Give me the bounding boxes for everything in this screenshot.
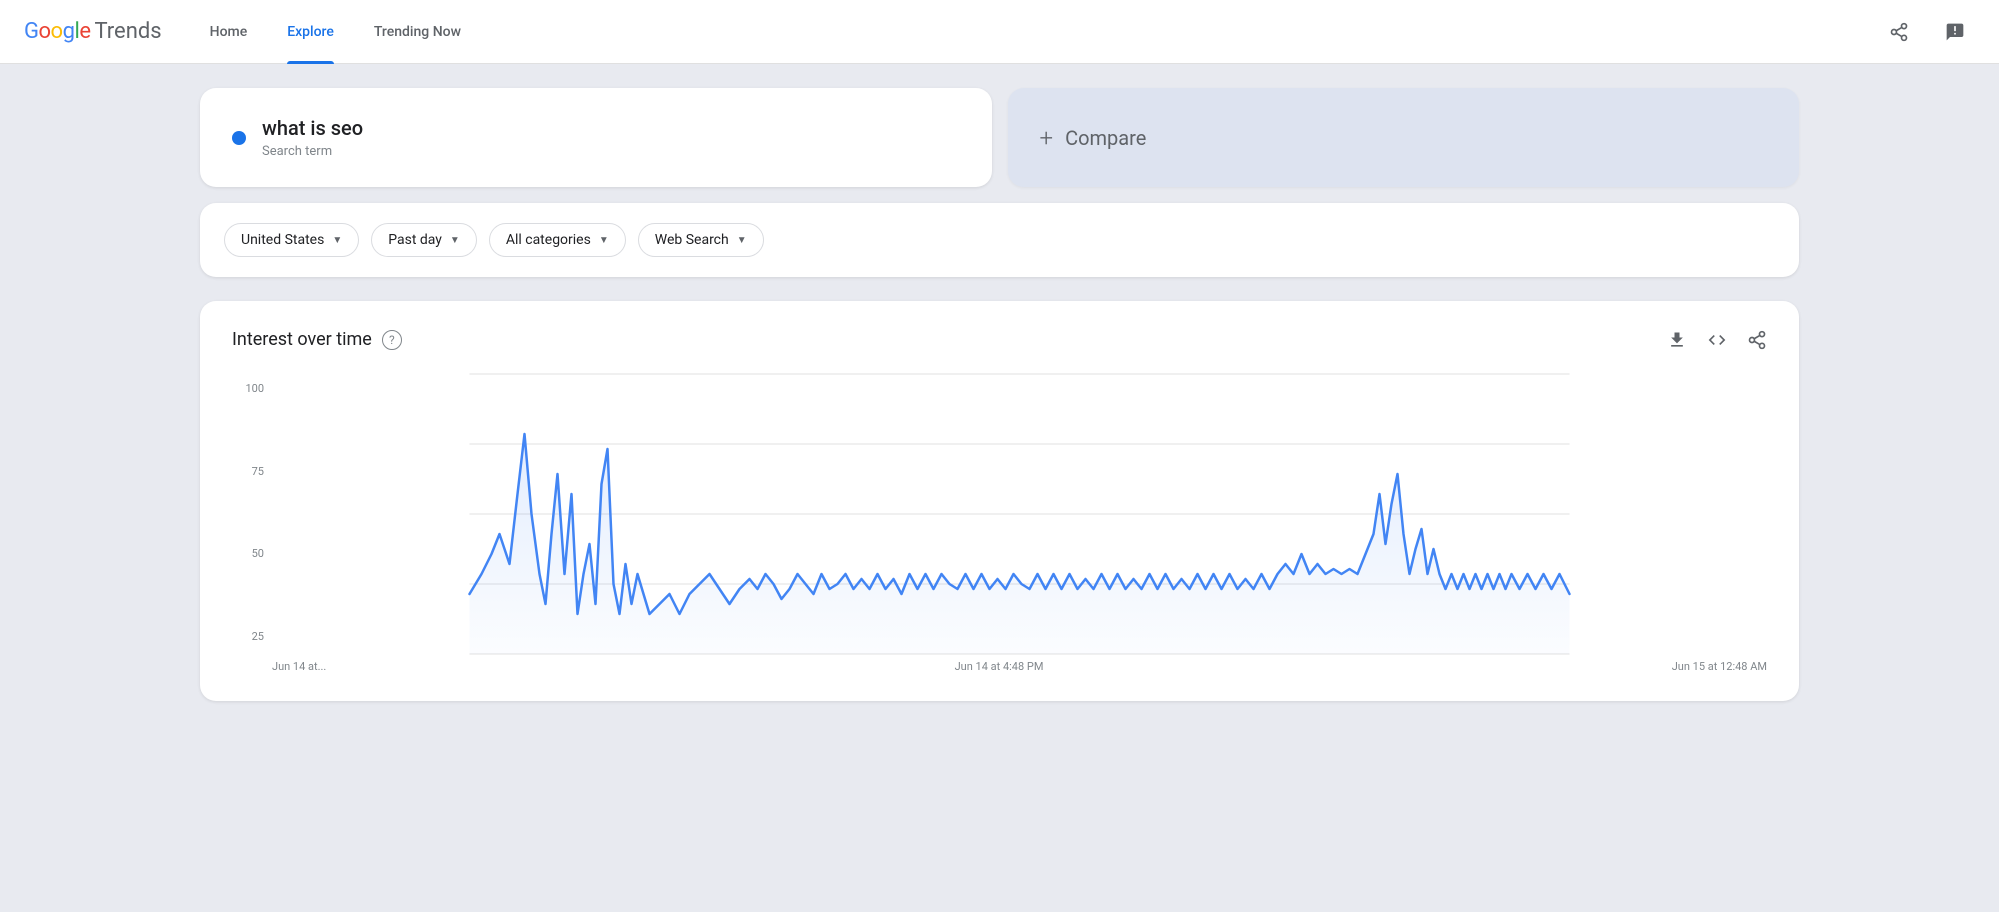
- share-icon: [1889, 22, 1909, 42]
- download-button[interactable]: [1667, 330, 1687, 350]
- search-row: what is seo Search term + Compare: [200, 88, 1799, 187]
- search-info: what is seo Search term: [262, 116, 363, 159]
- main-content: what is seo Search term + Compare United…: [0, 64, 1999, 912]
- feedback-button[interactable]: [1935, 12, 1975, 52]
- x-label-end: Jun 15 at 12:48 AM: [1672, 660, 1767, 673]
- compare-card[interactable]: + Compare: [1008, 88, 1800, 187]
- share-button[interactable]: [1879, 12, 1919, 52]
- trend-line-chart: [272, 374, 1767, 654]
- chart-share-button[interactable]: [1747, 330, 1767, 350]
- x-label-start: Jun 14 at...: [272, 660, 326, 673]
- chart-title-row: Interest over time ?: [232, 329, 402, 350]
- chart-header: Interest over time ?: [232, 329, 1767, 350]
- search-type-filter-label: Web Search: [655, 232, 729, 248]
- nav-item-trending-now[interactable]: Trending Now: [358, 0, 477, 64]
- category-filter[interactable]: All categories ▼: [489, 223, 626, 257]
- search-term-text: what is seo: [262, 116, 363, 140]
- chart-title: Interest over time: [232, 329, 372, 350]
- x-label-mid: Jun 14 at 4:48 PM: [955, 660, 1044, 673]
- compare-plus-icon: +: [1040, 124, 1054, 152]
- y-label-75: 75: [232, 465, 272, 478]
- header: Google Trends Home Explore Trending Now: [0, 0, 1999, 64]
- time-filter-label: Past day: [388, 232, 442, 248]
- download-icon: [1667, 330, 1687, 350]
- y-label-100: 100: [232, 382, 272, 395]
- search-dot: [232, 131, 246, 145]
- search-term-card: what is seo Search term: [200, 88, 992, 187]
- interest-over-time-card: Interest over time ?: [200, 301, 1799, 701]
- logo-area: Google Trends: [24, 19, 162, 44]
- category-chevron-icon: ▼: [599, 235, 609, 246]
- search-type-filter[interactable]: Web Search ▼: [638, 223, 764, 257]
- y-label-25: 25: [232, 630, 272, 643]
- embed-icon: [1707, 330, 1727, 350]
- time-filter[interactable]: Past day ▼: [371, 223, 477, 257]
- help-icon[interactable]: ?: [382, 330, 402, 350]
- region-chevron-icon: ▼: [332, 235, 342, 246]
- y-label-50: 50: [232, 547, 272, 560]
- region-filter[interactable]: United States ▼: [224, 223, 359, 257]
- main-nav: Home Explore Trending Now: [194, 0, 1879, 64]
- feedback-icon: [1945, 22, 1965, 42]
- time-chevron-icon: ▼: [450, 235, 460, 246]
- nav-item-explore[interactable]: Explore: [271, 0, 350, 64]
- compare-label-text: Compare: [1065, 126, 1146, 150]
- region-filter-label: United States: [241, 232, 324, 248]
- embed-button[interactable]: [1707, 330, 1727, 350]
- google-logo: Google: [24, 19, 90, 44]
- trends-logo-text: Trends: [94, 19, 161, 44]
- header-actions: [1879, 12, 1975, 52]
- search-type-text: Search term: [262, 144, 363, 159]
- filter-row: United States ▼ Past day ▼ All categorie…: [200, 203, 1799, 277]
- nav-item-home[interactable]: Home: [194, 0, 264, 64]
- chart-actions: [1667, 330, 1767, 350]
- chart-share-icon: [1747, 330, 1767, 350]
- category-filter-label: All categories: [506, 232, 591, 248]
- search-type-chevron-icon: ▼: [737, 235, 747, 246]
- chart-container: 100 75 50 25: [232, 374, 1767, 673]
